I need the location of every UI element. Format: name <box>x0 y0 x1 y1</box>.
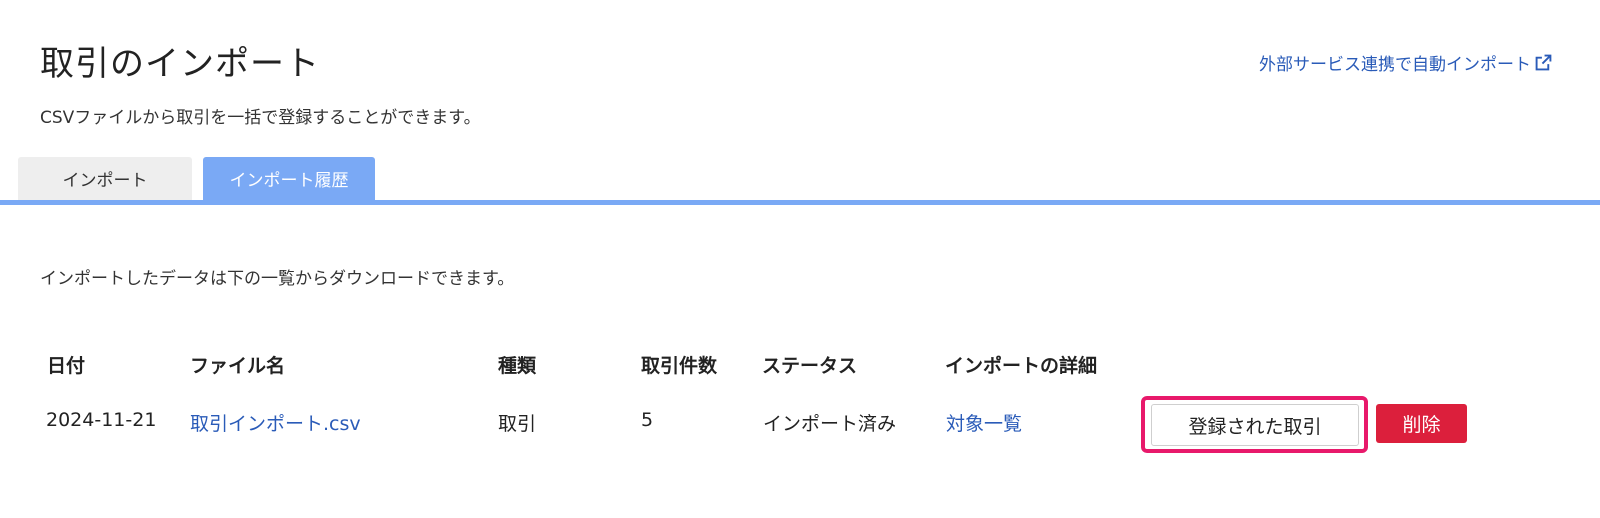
tab-underline <box>0 200 1600 205</box>
page-subtitle: CSVファイルから取引を一括で登録することができます。 <box>40 108 481 128</box>
external-service-link-label: 外部サービス連携で自動インポート <box>1259 55 1531 75</box>
column-header-detail: インポートの詳細 <box>945 355 1098 377</box>
tab-import[interactable]: インポート <box>18 157 192 200</box>
external-service-link[interactable]: 外部サービス連携で自動インポート <box>1259 50 1552 75</box>
tab-bar: インポート インポート履歴 <box>18 157 375 200</box>
registered-transactions-button[interactable]: 登録された取引 <box>1151 404 1359 446</box>
row-status: インポート済み <box>763 413 897 435</box>
row-file-name-link[interactable]: 取引インポート.csv <box>190 409 361 436</box>
external-link-icon <box>1535 54 1552 71</box>
history-description: インポートしたデータは下の一覧からダウンロードできます。 <box>40 269 515 289</box>
column-header-type: 種類 <box>498 355 537 377</box>
row-date: 2024-11-21 <box>46 409 157 431</box>
column-header-count: 取引件数 <box>641 355 718 377</box>
column-header-date: 日付 <box>47 355 86 377</box>
column-header-file-name: ファイル名 <box>190 355 286 377</box>
tab-import-history[interactable]: インポート履歴 <box>203 157 375 200</box>
row-count: 5 <box>641 409 654 431</box>
page-title: 取引のインポート <box>40 44 320 84</box>
import-page: 取引のインポート 外部サービス連携で自動インポート CSVファイルから取引を一括… <box>0 0 1600 518</box>
row-detail-link[interactable]: 対象一覧 <box>946 409 1022 436</box>
column-header-status: ステータス <box>762 355 858 377</box>
row-type: 取引 <box>498 413 537 435</box>
delete-button[interactable]: 削除 <box>1376 404 1467 443</box>
